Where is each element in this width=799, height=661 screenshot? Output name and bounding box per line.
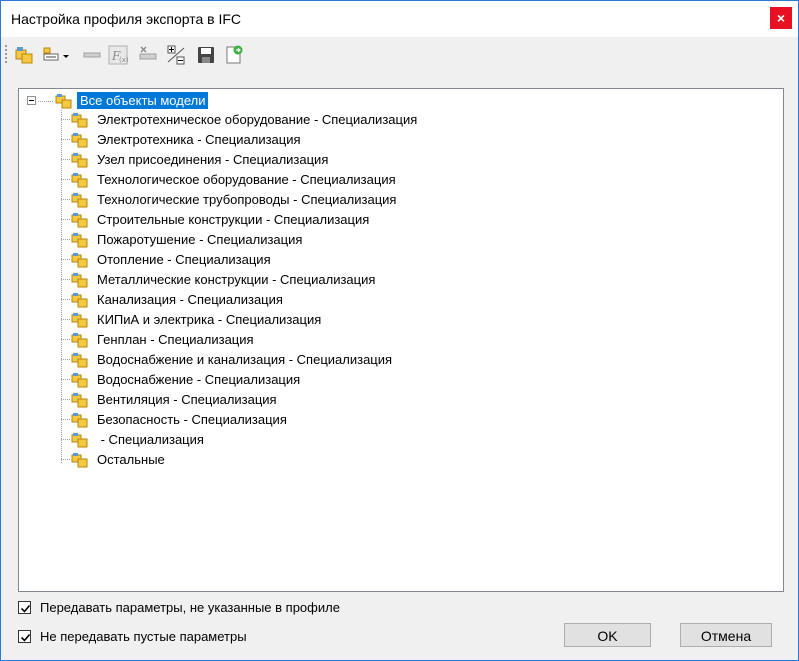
tree-item-label: Отопление - Специализация xyxy=(97,252,271,267)
tree-connector xyxy=(61,139,71,140)
tree-connector xyxy=(61,459,71,460)
tree-guide-line xyxy=(61,110,62,463)
tree-item-label: Вентиляция - Специализация xyxy=(97,392,277,407)
folder-group-icon xyxy=(71,351,89,369)
tree-item-label: КИПиА и электрика - Специализация xyxy=(97,312,322,327)
window-title: Настройка профиля экспорта в IFC xyxy=(11,11,242,27)
tree-connector xyxy=(61,239,71,240)
expand-collapse-button[interactable] xyxy=(165,44,187,66)
tree-item-label: Генплан - Специализация xyxy=(97,332,254,347)
checkmark-icon xyxy=(20,604,31,613)
tree-connector xyxy=(61,359,71,360)
toolbar: F (x) xyxy=(1,39,798,69)
tree-item-label: Водоснабжение - Специализация xyxy=(97,372,301,387)
export-button[interactable] xyxy=(223,44,245,66)
tree-item-label: Узел присоединения - Специализация xyxy=(97,152,329,167)
save-icon xyxy=(198,47,214,63)
document-go-icon xyxy=(226,45,243,64)
svg-text:(x): (x) xyxy=(119,56,129,64)
save-button[interactable] xyxy=(195,44,217,66)
folder-group-icon xyxy=(71,111,89,129)
remove-button[interactable] xyxy=(81,44,103,66)
tree-item-label: Строительные конструкции - Специализация xyxy=(97,212,370,227)
folder-group-icon xyxy=(71,291,89,309)
tree-item-label: Электротехника - Специализация xyxy=(97,132,301,147)
cancel-button[interactable]: Отмена xyxy=(680,623,772,647)
folder-group-icon xyxy=(71,231,89,249)
skip-empty-params-label: Не передавать пустые параметры xyxy=(40,629,247,644)
tree-item-label: Безопасность - Специализация xyxy=(97,412,287,427)
tree-connector xyxy=(61,259,71,260)
folder-group-icon xyxy=(71,251,89,269)
tree-connector xyxy=(61,199,71,200)
tree-item-label: Водоснабжение и канализация - Специализа… xyxy=(97,352,393,367)
folder-group-icon xyxy=(71,151,89,169)
folder-group-icon xyxy=(71,311,89,329)
folder-add-icon xyxy=(15,47,33,64)
tree-root-label[interactable]: Все объекты модели xyxy=(77,92,209,109)
parameter-add-icon xyxy=(43,47,69,61)
close-button[interactable]: × xyxy=(770,7,792,29)
tree-connector xyxy=(61,419,71,420)
function-icon: F (x) xyxy=(108,45,129,65)
folder-group-icon xyxy=(71,391,89,409)
tree-item-label: Канализация - Специализация xyxy=(97,292,283,307)
folder-group-icon xyxy=(71,451,89,469)
tree-connector xyxy=(61,179,71,180)
folder-group-icon xyxy=(71,371,89,389)
tree-connector xyxy=(61,119,71,120)
folder-group-icon xyxy=(71,411,89,429)
folder-group-icon xyxy=(71,211,89,229)
function-button[interactable]: F (x) xyxy=(107,44,129,66)
folder-group-icon xyxy=(71,131,89,149)
folder-group-icon xyxy=(71,191,89,209)
tree-item-label: Остальные xyxy=(97,452,165,467)
skip-empty-params-checkbox[interactable] xyxy=(18,630,31,643)
pass-unlisted-params-label: Передавать параметры, не указанные в про… xyxy=(40,600,340,615)
add-group-button[interactable] xyxy=(13,44,35,66)
add-parameter-dropdown-button[interactable] xyxy=(41,44,71,66)
tree-item-label: Пожаротушение - Специализация xyxy=(97,232,303,247)
tree-connector xyxy=(38,101,53,102)
tree-connector xyxy=(61,159,71,160)
tree-connector xyxy=(61,399,71,400)
tree-item-label: Электротехническое оборудование - Специа… xyxy=(97,112,418,127)
dialog-window: Настройка профиля экспорта в IFC × F (x)… xyxy=(0,0,799,661)
toolbar-grip-icon[interactable] xyxy=(5,45,7,63)
tree-connector xyxy=(61,219,71,220)
folder-group-icon xyxy=(71,271,89,289)
tree-item-label: Технологические трубопроводы - Специализ… xyxy=(97,192,397,207)
expand-collapse-icon xyxy=(167,45,185,65)
tree-item-label: Металлические конструкции - Специализаци… xyxy=(97,272,376,287)
tree-connector xyxy=(61,279,71,280)
tree-connector xyxy=(61,339,71,340)
tree-connector xyxy=(61,379,71,380)
folder-group-icon xyxy=(71,171,89,189)
ok-button[interactable]: OK xyxy=(564,623,651,647)
folder-group-icon xyxy=(71,431,89,449)
title-bar: Настройка профиля экспорта в IFC × xyxy=(1,1,798,37)
folder-group-icon xyxy=(71,331,89,349)
delete-parameter-button[interactable] xyxy=(137,44,159,66)
tree-connector xyxy=(61,439,71,440)
tree-connector xyxy=(61,319,71,320)
minus-icon xyxy=(83,52,101,58)
folder-group-icon xyxy=(55,94,72,109)
collapse-toggle-icon[interactable] xyxy=(27,96,36,105)
object-tree[interactable]: Все объекты модели Электротехническое об… xyxy=(18,88,784,592)
tree-connector xyxy=(61,299,71,300)
delete-parameter-icon xyxy=(139,46,157,60)
checkmark-icon xyxy=(20,633,31,642)
tree-item-label: - Специализация xyxy=(97,432,204,447)
pass-unlisted-params-checkbox[interactable] xyxy=(18,601,31,614)
tree-item-label: Технологическое оборудование - Специализ… xyxy=(97,172,396,187)
